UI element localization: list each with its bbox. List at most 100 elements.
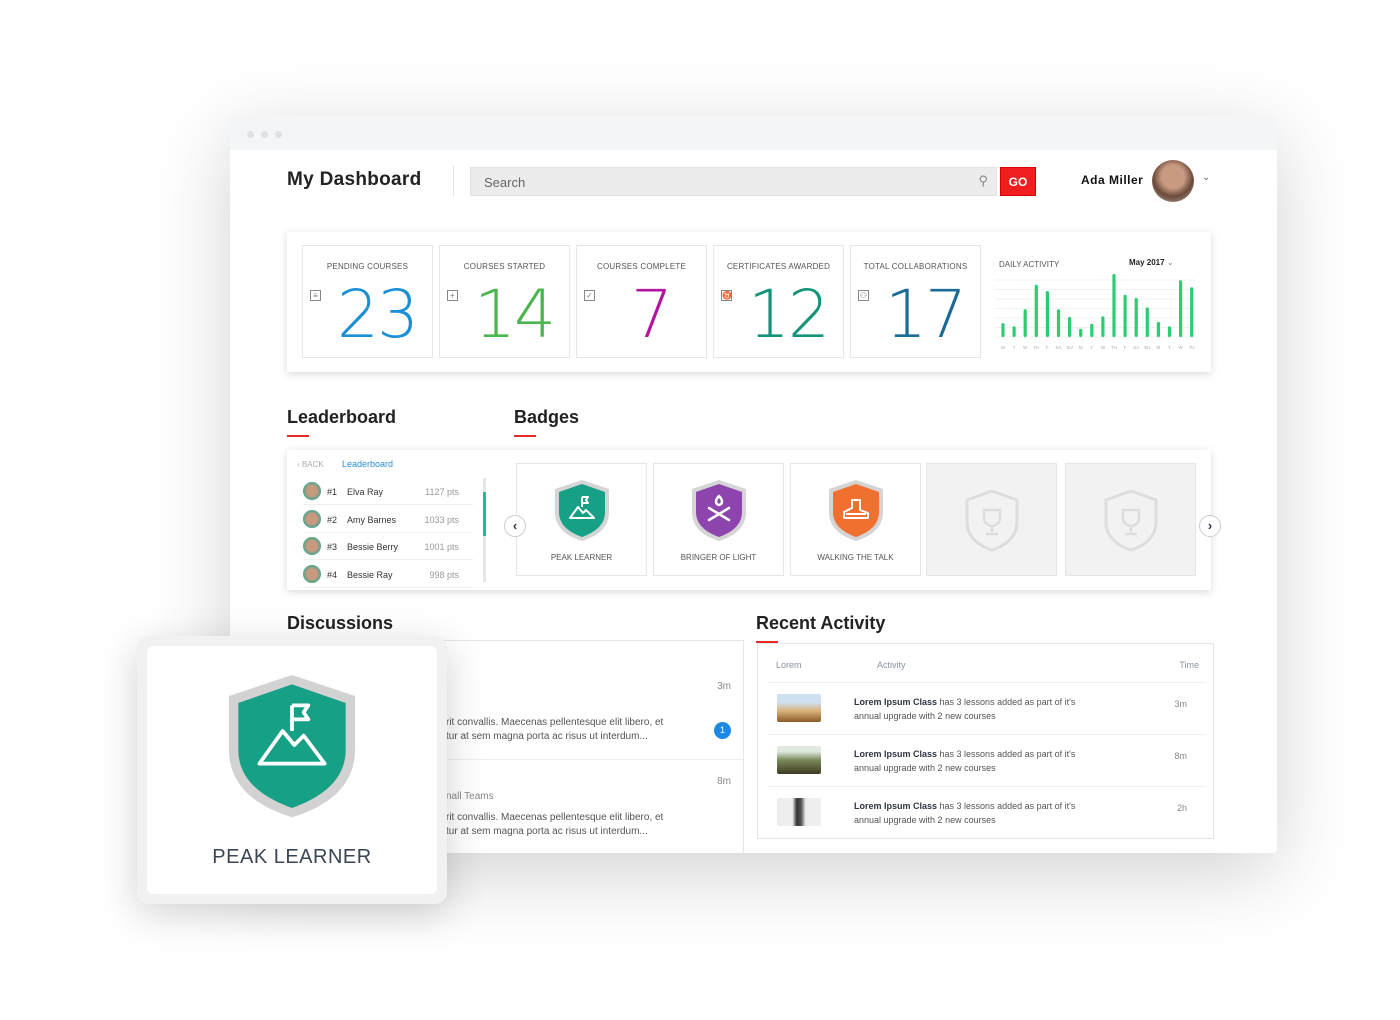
discussions-title: Discussions: [287, 613, 394, 633]
scrollbar[interactable]: [483, 478, 486, 582]
activity-bar[interactable]: [1145, 307, 1149, 337]
badges-next-button[interactable]: ›: [1199, 515, 1221, 537]
locked-badge[interactable]: [926, 463, 1057, 576]
activity-row[interactable]: Lorem Ipsum Class has 3 lessons added as…: [768, 734, 1205, 786]
badge-card[interactable]: WALKING THE TALK: [790, 463, 921, 576]
activity-text: annual upgrade with 2 new courses: [854, 711, 996, 721]
month-select[interactable]: May 2017 ⌄: [1129, 258, 1174, 267]
x-tick-label: TH: [1111, 345, 1117, 350]
activity-bar[interactable]: [1112, 274, 1116, 337]
featured-badge-label: PEAK LEARNER: [212, 846, 372, 868]
x-tick-label: SU: [1066, 345, 1072, 350]
class-name[interactable]: Lorem Ipsum Class: [854, 749, 937, 759]
recent-activity-table: Lorem Activity Time Lorem Ipsum Class ha…: [757, 643, 1214, 839]
search-icon[interactable]: ⚲: [978, 173, 988, 189]
go-button[interactable]: GO: [1000, 167, 1036, 196]
chevron-down-icon[interactable]: ⌄: [1202, 172, 1210, 183]
user-name[interactable]: Ada Miller: [1081, 173, 1143, 187]
leaderboard-badges-panel: ‹ BACK Leaderboard #1 Elva Ray 1127 pts …: [287, 450, 1221, 590]
activity-row[interactable]: Lorem Ipsum Class has 3 lessons added as…: [768, 682, 1205, 734]
stat-label: COURSES STARTED: [463, 262, 546, 271]
x-tick-label: W: [1101, 345, 1106, 350]
activity-bar[interactable]: [1167, 326, 1172, 337]
points: 998 pts: [429, 569, 459, 580]
stat-value: 12: [748, 276, 830, 353]
leaderboard-row[interactable]: #4 Bessie Ray 998 pts: [303, 561, 473, 588]
activity-bar[interactable]: [1179, 280, 1183, 337]
activity-bar[interactable]: [1001, 323, 1005, 337]
activity-text: annual upgrade with 2 new courses: [854, 763, 996, 773]
unread-count-badge: 1: [714, 722, 731, 739]
recent-activity-title: Recent Activity: [756, 613, 886, 633]
x-tick-label: F: [1046, 345, 1049, 350]
window-dot[interactable]: [275, 131, 282, 138]
activity-bar[interactable]: [1023, 309, 1027, 337]
search-placeholder: Search: [484, 175, 526, 190]
player-name: Elva Ray: [347, 487, 384, 497]
avatar: [303, 564, 321, 583]
activity-bar[interactable]: [1190, 287, 1194, 337]
discussion-item[interactable]: rit convallis. Maecenas pellentesque eli…: [446, 716, 663, 744]
activity-text: has 3 lessons added as part of it's: [937, 697, 1076, 707]
x-tick-label: TH: [1033, 345, 1039, 350]
avatar[interactable]: [1152, 160, 1194, 202]
search-input[interactable]: Search ⚲: [470, 167, 997, 196]
activity-bar[interactable]: [1156, 321, 1160, 337]
activity-bar[interactable]: [1012, 326, 1016, 337]
calendar-plus-icon: +: [447, 290, 458, 301]
activity-bar[interactable]: [1079, 328, 1083, 337]
stat-label: CERTIFICATES AWARDED: [726, 262, 831, 271]
locked-badge[interactable]: [1065, 463, 1196, 576]
chevron-down-icon: ⌄: [1166, 258, 1174, 267]
player-name: Bessie Berry: [347, 542, 399, 552]
badge-label: PEAK LEARNER: [550, 553, 613, 562]
back-link[interactable]: ‹ BACK: [297, 460, 324, 469]
window-dot[interactable]: [247, 131, 254, 138]
class-name[interactable]: Lorem Ipsum Class: [854, 801, 937, 811]
trophy-shield-icon: [965, 489, 1018, 552]
discussion-item[interactable]: rit convallis. Maecenas pellentesque eli…: [446, 811, 663, 839]
breadcrumb[interactable]: Leaderboard: [342, 459, 393, 469]
stat-card[interactable]: CERTIFICATES AWARDED ♉ 12: [713, 245, 844, 358]
activity-bar[interactable]: [1045, 291, 1049, 337]
badge-card[interactable]: PEAK LEARNER: [516, 463, 647, 576]
class-name[interactable]: Lorem Ipsum Class: [854, 697, 937, 707]
activity-bar[interactable]: [1034, 284, 1038, 337]
discussion-text: rit convallis. Maecenas pellentesque eli…: [446, 812, 664, 823]
rank: #1: [327, 487, 338, 497]
activity-bar[interactable]: [1090, 323, 1094, 337]
x-tick-label: SU: [1144, 345, 1150, 350]
stat-value: 14: [474, 276, 556, 353]
stat-label: TOTAL COLLABORATIONS: [863, 262, 968, 271]
activity-thumbnail: [777, 694, 821, 722]
daily-activity-chart: M T W TH F SA SU M T W TH F SA SU M T W TH: [995, 274, 1195, 350]
x-tick-label: T: [1090, 345, 1093, 350]
discussion-text: tur at sem magna porta ac risus ut inter…: [446, 826, 648, 837]
mountain-flag-shield-icon: [229, 675, 355, 818]
activity-bar[interactable]: [1134, 297, 1138, 337]
activity-bar[interactable]: [1056, 309, 1061, 337]
x-tick-label: M: [1079, 345, 1083, 350]
leaderboard-row[interactable]: #1 Elva Ray 1127 pts: [303, 478, 473, 505]
activity-bar[interactable]: [1123, 294, 1127, 337]
stat-card[interactable]: COURSES STARTED + 14: [439, 245, 570, 358]
activity-row[interactable]: Lorem Ipsum Class has 3 lessons added as…: [768, 786, 1205, 838]
discussion-time: 8m: [717, 776, 731, 787]
x-tick-label: M: [1157, 345, 1161, 350]
x-tick-label: SA: [1133, 345, 1139, 350]
window-dot[interactable]: [261, 131, 268, 138]
stat-card[interactable]: PENDING COURSES ≡ 23: [302, 245, 433, 358]
featured-badge-card[interactable]: PEAK LEARNER: [137, 636, 447, 904]
stat-card[interactable]: TOTAL COLLABORATIONS ⚇ 17: [850, 245, 981, 358]
badge-card[interactable]: BRINGER OF LIGHT: [653, 463, 784, 576]
stat-card[interactable]: COURSES COMPLETE ✓ 7: [576, 245, 707, 358]
leaderboard-row[interactable]: #2 Amy Barnes 1033 pts: [303, 506, 473, 533]
daily-activity-label: DAILY ACTIVITY: [999, 260, 1060, 269]
column-header: Lorem: [776, 660, 802, 670]
activity-bar[interactable]: [1101, 316, 1105, 337]
activity-bar[interactable]: [1068, 316, 1072, 337]
scrollbar-thumb[interactable]: [483, 492, 486, 536]
badge-label: BRINGER OF LIGHT: [680, 553, 757, 562]
badges-prev-button[interactable]: ‹: [504, 515, 526, 537]
leaderboard-row[interactable]: #3 Bessie Berry 1001 pts: [303, 533, 473, 560]
